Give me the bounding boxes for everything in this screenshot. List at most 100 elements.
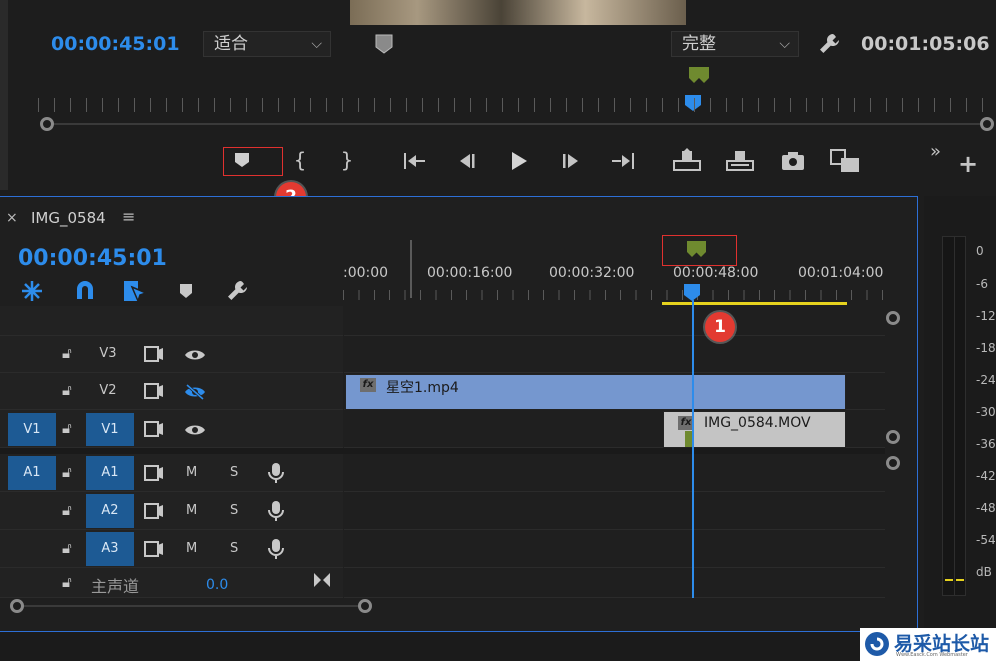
program-current-timecode[interactable]: 00:00:45:01 [51, 33, 180, 55]
scroll-track [16, 605, 366, 607]
scroll-handle-video-bottom[interactable] [886, 430, 900, 444]
scroll-handle-right[interactable] [980, 117, 994, 131]
clip-img-0584[interactable]: fx IMG_0584.MOV [663, 411, 846, 448]
lock-icon[interactable]: 🔓︎ [62, 419, 72, 437]
program-zoom-scrollbar[interactable] [46, 123, 986, 125]
linked-selection-icon[interactable] [122, 279, 149, 307]
lane-a1[interactable] [344, 454, 885, 492]
go-to-end-icon[interactable] [313, 572, 331, 592]
playhead-handle-icon[interactable] [374, 33, 394, 59]
scroll-handle-audio-top[interactable] [886, 456, 900, 470]
scroll-handle-right[interactable] [358, 599, 372, 613]
lane-master[interactable] [344, 568, 885, 598]
audio-meter [942, 236, 966, 596]
program-ruler[interactable] [38, 98, 996, 112]
snap-magnet-icon[interactable] [73, 279, 97, 307]
close-tab-icon[interactable]: × [6, 210, 18, 226]
lift-icon[interactable] [672, 148, 702, 176]
vertical-scrollbar[interactable] [885, 306, 903, 626]
extract-icon[interactable] [725, 148, 755, 176]
fit-dropdown[interactable]: 适合 ⌵ [203, 31, 331, 57]
source-patch-v1[interactable]: V1 [8, 413, 56, 446]
quality-dropdown[interactable]: 完整 ⌵ [671, 31, 799, 57]
horizontal-scrollbar[interactable] [0, 598, 885, 614]
track-target-a1[interactable]: A1 [86, 456, 134, 490]
sequence-timecode[interactable]: 00:00:45:01 [18, 246, 167, 271]
lane-a3[interactable] [344, 530, 885, 568]
clip-starry-sky[interactable]: fx 星空1.mp4 [345, 374, 846, 410]
eye-icon[interactable] [184, 422, 206, 441]
master-track-label: 主声道 [91, 577, 140, 596]
toggle-sync-icon[interactable] [144, 503, 164, 523]
meter-scale-label: -12 [976, 309, 996, 323]
fit-dropdown-value: 适合 [214, 34, 248, 54]
meter-scale-label: -48 [976, 501, 996, 515]
mute-button[interactable]: M [186, 465, 197, 480]
track-header-a3: 🔓︎ A3 M S [0, 530, 343, 568]
track-header-master: 🔓︎ 主声道 0.0 [0, 568, 343, 598]
microphone-icon[interactable] [268, 462, 284, 488]
step-back-icon[interactable] [456, 151, 478, 175]
scroll-handle-left[interactable] [40, 117, 54, 131]
toggle-sync-icon[interactable] [144, 346, 164, 366]
track-header-v2: 🔓︎ V2 [0, 373, 343, 410]
compare-view-icon[interactable] [829, 148, 861, 178]
lane-v3[interactable] [344, 336, 885, 373]
toggle-sync-icon[interactable] [144, 465, 164, 485]
track-target-v1[interactable]: V1 [86, 413, 134, 446]
meter-divider [954, 237, 955, 595]
toggle-sync-icon[interactable] [144, 421, 164, 441]
add-marker-button[interactable] [234, 152, 250, 172]
lock-icon[interactable]: 🔓︎ [62, 381, 72, 399]
add-marker-icon[interactable] [178, 283, 194, 303]
microphone-icon[interactable] [268, 538, 284, 564]
track-target-a3[interactable]: A3 [86, 532, 134, 566]
source-patch-a1[interactable]: A1 [8, 456, 56, 490]
mute-button[interactable]: M [186, 541, 197, 556]
track-header-a2: 🔓︎ A2 M S [0, 492, 343, 530]
sequence-marker-icon[interactable] [686, 240, 708, 264]
scroll-handle-top[interactable] [886, 311, 900, 325]
camera-icon[interactable] [780, 150, 806, 176]
track-target-a2[interactable]: A2 [86, 494, 134, 528]
ruler-ticks [343, 290, 883, 300]
lock-icon[interactable]: 🔓︎ [62, 463, 72, 481]
lock-icon[interactable]: 🔓︎ [62, 539, 72, 557]
lock-icon[interactable]: 🔓︎ [62, 344, 72, 362]
ruler-tick-label: 00:01:04:00 [798, 265, 884, 281]
clip-name: 星空1.mp4 [386, 380, 459, 396]
marker-icon[interactable] [688, 66, 712, 90]
mute-button[interactable]: M [186, 503, 197, 518]
play-button[interactable] [508, 150, 530, 176]
eye-icon[interactable] [184, 347, 206, 366]
more-controls-icon[interactable]: » [930, 141, 941, 162]
playhead-line[interactable] [692, 300, 694, 598]
scroll-handle-left[interactable] [10, 599, 24, 613]
quality-dropdown-value: 完整 [682, 34, 716, 54]
go-to-in-icon[interactable] [402, 151, 428, 175]
step-forward-icon[interactable] [560, 151, 582, 175]
solo-button[interactable]: S [230, 503, 238, 518]
timeline-ruler[interactable]: :00:00 00:00:16:00 00:00:32:00 00:00:48:… [343, 240, 885, 306]
program-preview-image [350, 0, 686, 25]
toggle-sync-icon[interactable] [144, 383, 164, 403]
mark-in-button[interactable]: { [290, 148, 310, 172]
master-volume-value[interactable]: 0.0 [206, 577, 228, 593]
lock-icon[interactable]: 🔓︎ [62, 501, 72, 519]
toggle-sync-icon[interactable] [144, 541, 164, 561]
nest-toggle-icon[interactable] [20, 279, 44, 307]
mark-out-button[interactable]: } [337, 148, 357, 172]
eye-hidden-icon[interactable] [184, 383, 206, 404]
microphone-icon[interactable] [268, 500, 284, 526]
lane-a2[interactable] [344, 492, 885, 530]
tab-menu-icon[interactable]: ≡ [122, 207, 135, 226]
lock-icon[interactable]: 🔓︎ [62, 573, 72, 591]
add-button-icon[interactable]: + [958, 150, 978, 178]
sequence-tab[interactable]: IMG_0584 [31, 209, 106, 227]
meter-scale-label: -42 [976, 469, 996, 483]
wrench-icon[interactable] [818, 32, 842, 60]
solo-button[interactable]: S [230, 541, 238, 556]
go-to-out-icon[interactable] [610, 151, 636, 175]
wrench-icon[interactable] [226, 279, 250, 307]
solo-button[interactable]: S [230, 465, 238, 480]
